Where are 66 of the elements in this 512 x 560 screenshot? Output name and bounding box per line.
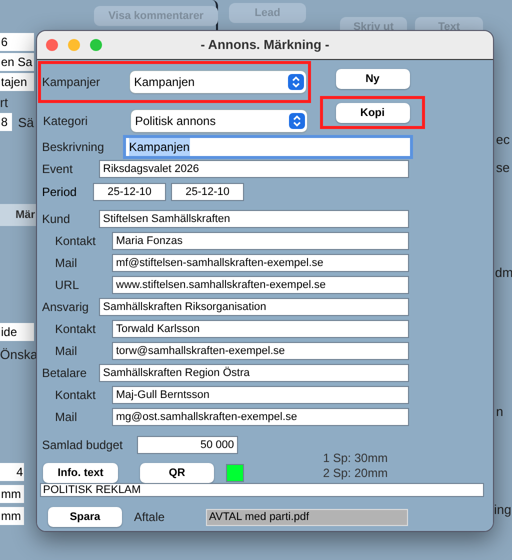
- contact-field[interactable]: www.stiftelsen.samhallskraften-exempel.se: [112, 276, 409, 294]
- background-button[interactable]: Mär: [0, 204, 36, 226]
- stepper-icon: [289, 113, 305, 129]
- field-label: Kontakt: [55, 387, 97, 404]
- field-label: Kontakt: [55, 321, 97, 338]
- field-label: Kampanjer: [42, 74, 102, 91]
- background-field: ide: [0, 323, 34, 341]
- size-note: 1 Sp: 30mm: [323, 451, 388, 466]
- event-field[interactable]: Riksdagsvalet 2026: [99, 160, 409, 178]
- background-label: rt: [0, 94, 8, 112]
- campaign-select[interactable]: Kampanjen: [130, 71, 306, 93]
- field-label: Samlad budget: [42, 437, 124, 454]
- stepper-icon: [288, 74, 304, 90]
- field-label: Betalare: [42, 365, 88, 382]
- background-label: se: [496, 159, 510, 177]
- notice-field[interactable]: POLITISK REKLAM: [40, 483, 484, 497]
- contact-field[interactable]: mg@ost.samhallskraften-exempel.se: [112, 408, 409, 426]
- file-field[interactable]: AVTAL med parti.pdf: [206, 508, 408, 526]
- category-select[interactable]: Politisk annons: [131, 110, 307, 132]
- background-field: mm: [0, 485, 24, 503]
- party-field[interactable]: Samhällskraften Region Östra: [99, 364, 409, 382]
- background-field: mm: [0, 507, 24, 525]
- background-field: en Sa: [0, 53, 34, 71]
- background-label: Sä: [18, 114, 34, 132]
- contact-field[interactable]: Torwald Karlsson: [112, 320, 409, 338]
- qr-button[interactable]: QR: [140, 463, 214, 483]
- party-field[interactable]: Stiftelsen Samhällskraften: [99, 210, 409, 228]
- field-label: Event: [42, 161, 74, 178]
- background-field: 6: [0, 33, 34, 51]
- field-label: Kund: [42, 211, 72, 228]
- window-title: - Annons. Märkning -: [200, 36, 330, 54]
- field-label: URL: [55, 277, 80, 294]
- zoom-icon[interactable]: [90, 39, 102, 51]
- date-field[interactable]: 25-12-10: [171, 183, 244, 201]
- contact-field[interactable]: mf@stiftelsen-samhallskraften-exempel.se: [112, 254, 409, 272]
- date-field[interactable]: 25-12-10: [93, 183, 166, 201]
- field-label: Beskrivning: [42, 139, 106, 156]
- description-field[interactable]: Kampanjen: [126, 138, 410, 156]
- party-field[interactable]: Samhällskraften Riksorganisation: [99, 298, 409, 316]
- background-field: tajen: [0, 73, 34, 91]
- close-icon[interactable]: [46, 39, 58, 51]
- field-label: Period: [42, 184, 78, 201]
- field-label: Mail: [55, 255, 78, 272]
- background-label: Önska: [0, 346, 38, 364]
- size-note: 2 Sp: 20mm: [323, 466, 388, 481]
- field-label: Ansvarig: [42, 299, 90, 316]
- background-label: ec: [496, 131, 510, 149]
- field-label: Kontakt: [55, 233, 97, 250]
- field-label: Kategori: [43, 113, 89, 130]
- background-field: 8: [0, 113, 12, 131]
- minimize-icon[interactable]: [68, 39, 80, 51]
- copy-button[interactable]: Kopi: [336, 102, 410, 122]
- background-label: dm: [495, 264, 512, 282]
- field-label: Aftale: [134, 509, 166, 526]
- info-text-button[interactable]: Info. text: [43, 463, 118, 483]
- new-button[interactable]: Ny: [336, 69, 410, 89]
- budget-field[interactable]: 50 000: [137, 436, 238, 454]
- contact-field[interactable]: Maj-Gull Berntsson: [112, 386, 409, 404]
- background-label: ing: [494, 501, 512, 519]
- background-field: 4: [0, 463, 24, 481]
- contact-field[interactable]: Maria Fonzas: [112, 232, 409, 250]
- contact-field[interactable]: torw@samhallskraften-exempel.se: [112, 342, 409, 360]
- background-label: n: [496, 403, 504, 421]
- field-label: Mail: [55, 343, 78, 360]
- field-label: Mail: [55, 409, 78, 426]
- save-button[interactable]: Spara: [48, 507, 122, 527]
